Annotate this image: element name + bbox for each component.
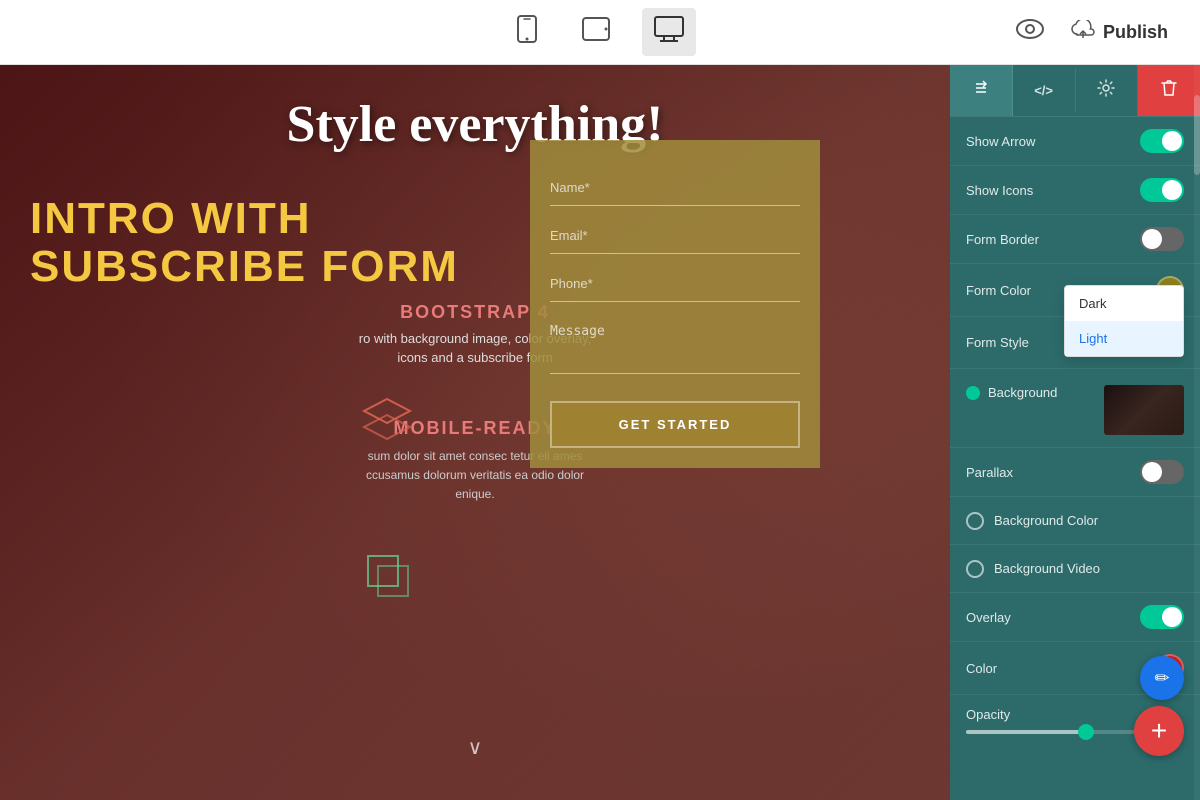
sort-tool-button[interactable]	[950, 65, 1013, 116]
message-input[interactable]	[550, 314, 800, 374]
side-panel: </> Show Arrow	[950, 65, 1200, 800]
overlay-row: Overlay	[950, 593, 1200, 642]
subscribe-form: GET STARTED	[530, 140, 820, 468]
cloud-upload-icon	[1071, 20, 1095, 44]
background-indicator	[966, 386, 980, 400]
form-color-label: Form Color	[966, 283, 1031, 298]
desktop-device-icon[interactable]	[642, 8, 696, 56]
show-arrow-label: Show Arrow	[966, 134, 1035, 149]
top-right-actions: Publish	[1016, 12, 1180, 52]
show-icons-label: Show Icons	[966, 183, 1033, 198]
parallax-label: Parallax	[966, 465, 1013, 480]
publish-button[interactable]: Publish	[1059, 12, 1180, 52]
form-style-dropdown: Dark Light	[1064, 285, 1184, 357]
bg-video-label: Background Video	[994, 561, 1100, 576]
background-preview[interactable]	[1104, 385, 1184, 435]
main-area: Style everything! INTRO WITHSUBSCRIBE FO…	[0, 65, 1200, 800]
tablet-device-icon[interactable]	[570, 8, 622, 56]
panel-scrollbar-thumb[interactable]	[1194, 95, 1200, 175]
opacity-slider-thumb[interactable]	[1078, 724, 1094, 740]
name-input[interactable]	[550, 170, 800, 206]
form-border-row: Form Border	[950, 215, 1200, 264]
email-input[interactable]	[550, 218, 800, 254]
background-row: Background	[950, 369, 1200, 448]
bg-color-label: Background Color	[994, 513, 1098, 528]
form-border-toggle[interactable]	[1140, 227, 1184, 251]
color-label: Color	[966, 661, 997, 676]
scroll-indicator[interactable]: ∨	[468, 735, 483, 760]
form-border-label: Form Border	[966, 232, 1039, 247]
bg-video-radio[interactable]	[966, 560, 984, 578]
box-icon	[360, 548, 415, 608]
background-label-group: Background	[966, 385, 1057, 400]
opacity-slider-fill	[966, 730, 1086, 734]
phone-input[interactable]	[550, 266, 800, 302]
layers-icon	[360, 395, 415, 448]
settings-tool-button[interactable]	[1076, 65, 1139, 116]
fab-add-button[interactable]: +	[1134, 706, 1184, 756]
show-icons-row: Show Icons	[950, 166, 1200, 215]
panel-toolbar: </>	[950, 65, 1200, 117]
fab-edit-button[interactable]: ✏	[1140, 656, 1184, 700]
delete-tool-button[interactable]	[1138, 65, 1200, 116]
panel-body: Show Arrow Show Icons Form Border Form C…	[950, 117, 1200, 746]
parallax-row: Parallax	[950, 448, 1200, 497]
preview-icon[interactable]	[1016, 19, 1044, 45]
background-label: Background	[988, 385, 1057, 400]
canvas: Style everything! INTRO WITHSUBSCRIBE FO…	[0, 65, 950, 800]
panel-scrollbar	[1194, 65, 1200, 800]
overlay-label: Overlay	[966, 610, 1011, 625]
show-arrow-row: Show Arrow	[950, 117, 1200, 166]
bg-video-row: Background Video	[950, 545, 1200, 593]
mobile-device-icon[interactable]	[504, 7, 550, 57]
dropdown-option-dark[interactable]: Dark	[1065, 286, 1183, 321]
top-bar: Publish	[0, 0, 1200, 65]
canvas-layer-icons	[360, 395, 415, 608]
dropdown-option-light[interactable]: Light	[1065, 321, 1183, 356]
show-arrow-toggle[interactable]	[1140, 129, 1184, 153]
form-style-label: Form Style	[966, 335, 1029, 350]
overlay-toggle[interactable]	[1140, 605, 1184, 629]
bg-color-row: Background Color	[950, 497, 1200, 545]
publish-label: Publish	[1103, 22, 1168, 43]
parallax-toggle[interactable]	[1140, 460, 1184, 484]
get-started-button[interactable]: GET STARTED	[550, 401, 800, 448]
device-icons	[504, 7, 696, 57]
show-icons-toggle[interactable]	[1140, 178, 1184, 202]
code-tool-button[interactable]: </>	[1013, 69, 1076, 112]
bg-color-radio[interactable]	[966, 512, 984, 530]
